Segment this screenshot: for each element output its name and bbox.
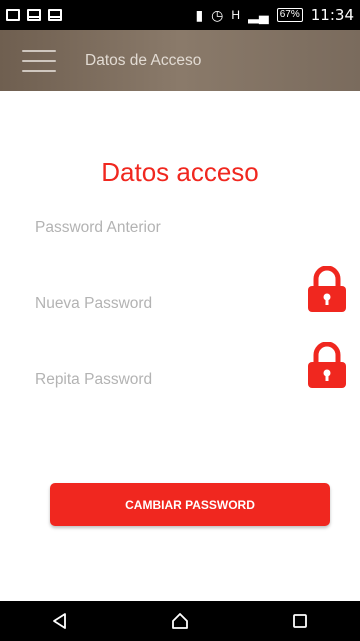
clock: 11:34 bbox=[310, 6, 354, 24]
back-icon[interactable] bbox=[40, 601, 80, 641]
battery-indicator: 67% bbox=[276, 8, 303, 22]
app-bar: Datos de Acceso bbox=[0, 30, 360, 91]
status-bar: ▮ ◷ H ▂▄ 67% 11:34 bbox=[0, 0, 360, 30]
menu-icon[interactable] bbox=[22, 49, 56, 72]
repeat-password-field[interactable]: Repita Password bbox=[35, 371, 152, 389]
network-type: H bbox=[231, 8, 241, 22]
change-password-button[interactable]: CAMBIAR PASSWORD bbox=[50, 483, 330, 526]
home-icon[interactable] bbox=[160, 601, 200, 641]
system-navigation-bar bbox=[0, 601, 360, 641]
new-password-field[interactable]: Nueva Password bbox=[35, 295, 152, 313]
lock-icon bbox=[308, 342, 346, 388]
image-notification-icon bbox=[6, 9, 20, 21]
page-title: Datos acceso bbox=[101, 157, 259, 187]
vibrate-icon: ▮ bbox=[195, 6, 204, 23]
gmail-notification-icon bbox=[48, 9, 62, 21]
recents-icon[interactable] bbox=[280, 601, 320, 641]
notification-icons bbox=[6, 9, 62, 21]
signal-icon: ▂▄ bbox=[248, 6, 269, 23]
mail-notification-icon bbox=[27, 9, 41, 21]
app-bar-title: Datos de Acceso bbox=[85, 51, 202, 69]
system-icons: ▮ ◷ H ▂▄ 67% 11:34 bbox=[195, 6, 354, 24]
lock-icon bbox=[308, 266, 346, 312]
old-password-field[interactable]: Password Anterior bbox=[35, 219, 161, 237]
alarm-icon: ◷ bbox=[211, 6, 224, 23]
